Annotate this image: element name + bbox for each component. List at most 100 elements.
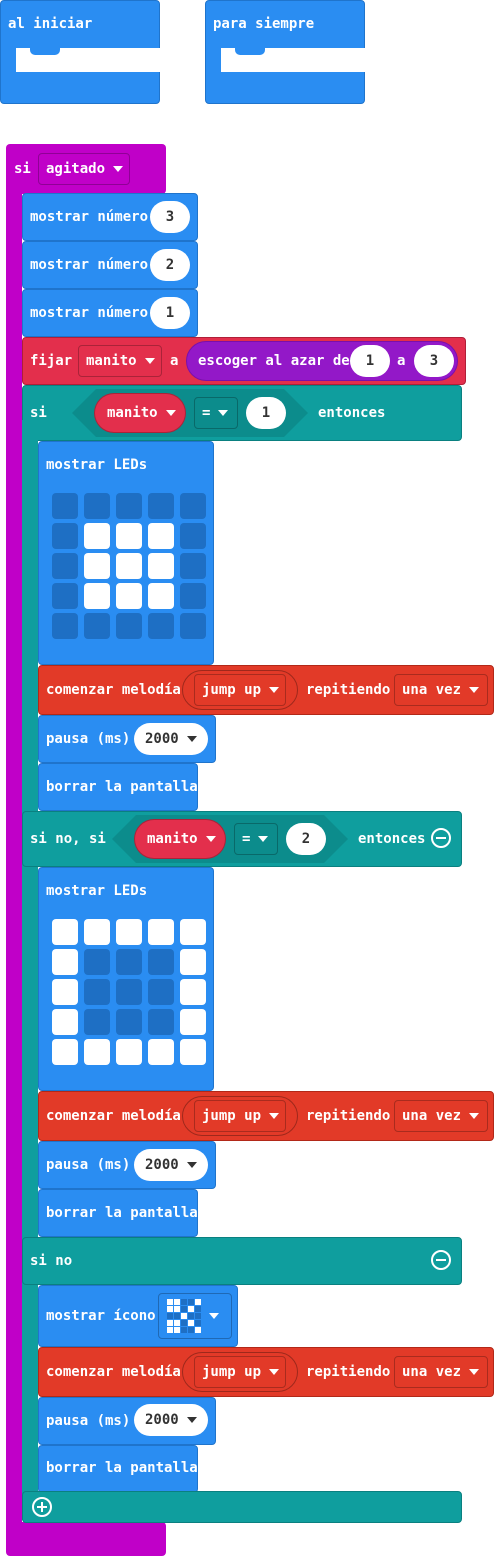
- repeat-dropdown[interactable]: una vez: [394, 674, 488, 706]
- chevron-down-icon: [186, 1417, 197, 1423]
- pause-value: 2000: [145, 1412, 179, 1428]
- compare-value-input[interactable]: 2: [286, 823, 326, 855]
- repeat-value: una vez: [402, 682, 462, 698]
- led-cell[interactable]: [116, 979, 142, 1005]
- led-grid[interactable]: [52, 919, 212, 1067]
- repeat-dropdown[interactable]: una vez: [394, 1100, 488, 1132]
- led-cell[interactable]: [84, 523, 110, 549]
- if-block-spine: [22, 420, 38, 1520]
- led-cell[interactable]: [116, 919, 142, 945]
- led-cell[interactable]: [148, 1039, 174, 1065]
- led-cell[interactable]: [180, 583, 206, 609]
- icon-pixel: [181, 1306, 187, 1312]
- led-cell[interactable]: [52, 919, 78, 945]
- gesture-value: agitado: [46, 161, 106, 177]
- number-input[interactable]: 2: [150, 249, 190, 281]
- led-cell[interactable]: [52, 949, 78, 975]
- led-cell[interactable]: [116, 613, 142, 639]
- variable-dropdown[interactable]: manito: [78, 345, 162, 377]
- led-cell[interactable]: [180, 493, 206, 519]
- led-cell[interactable]: [84, 1039, 110, 1065]
- pause-input[interactable]: 2000: [134, 723, 208, 755]
- led-cell[interactable]: [148, 949, 174, 975]
- pause-value: 2000: [145, 731, 179, 747]
- led-cell[interactable]: [180, 1039, 206, 1065]
- repeat-value: una vez: [402, 1364, 462, 1380]
- icon-pixel: [195, 1320, 201, 1326]
- else-if-label: si no, si: [30, 831, 106, 847]
- pause-input[interactable]: 2000: [134, 1404, 208, 1436]
- led-cell[interactable]: [52, 613, 78, 639]
- else-label: si no: [30, 1253, 73, 1269]
- led-cell[interactable]: [148, 1009, 174, 1035]
- repeat-dropdown[interactable]: una vez: [394, 1356, 488, 1388]
- operator-dropdown[interactable]: =: [194, 397, 238, 429]
- led-cell[interactable]: [148, 523, 174, 549]
- else-header[interactable]: [22, 1237, 462, 1285]
- led-cell[interactable]: [180, 1009, 206, 1035]
- tune-dropdown[interactable]: jump up: [194, 674, 286, 706]
- icon-dropdown[interactable]: [158, 1293, 232, 1339]
- tune-dropdown[interactable]: jump up: [194, 1356, 286, 1388]
- gesture-dropdown[interactable]: agitado: [38, 153, 130, 185]
- led-cell[interactable]: [116, 1009, 142, 1035]
- if-block-footer: [22, 1491, 462, 1523]
- led-cell[interactable]: [148, 919, 174, 945]
- melody-label: comenzar melodía: [46, 682, 181, 698]
- icon-pixel: [195, 1299, 201, 1305]
- chevron-down-icon: [144, 358, 155, 364]
- led-cell[interactable]: [84, 613, 110, 639]
- led-cell[interactable]: [52, 979, 78, 1005]
- led-cell[interactable]: [116, 553, 142, 579]
- led-grid[interactable]: [52, 493, 212, 641]
- led-cell[interactable]: [148, 979, 174, 1005]
- led-cell[interactable]: [84, 1009, 110, 1035]
- led-cell[interactable]: [52, 493, 78, 519]
- compare-value-input[interactable]: 1: [246, 397, 286, 429]
- led-cell[interactable]: [84, 553, 110, 579]
- number-input[interactable]: 1: [150, 297, 190, 329]
- led-cell[interactable]: [116, 523, 142, 549]
- led-cell[interactable]: [148, 613, 174, 639]
- led-cell[interactable]: [116, 1039, 142, 1065]
- led-cell[interactable]: [52, 583, 78, 609]
- led-cell[interactable]: [84, 979, 110, 1005]
- led-cell[interactable]: [180, 919, 206, 945]
- led-cell[interactable]: [148, 493, 174, 519]
- random-from-input[interactable]: 1: [350, 345, 390, 377]
- operator-dropdown[interactable]: =: [234, 823, 278, 855]
- icon-pixel: [181, 1320, 187, 1326]
- led-cell[interactable]: [116, 493, 142, 519]
- variable-reporter[interactable]: manito: [94, 393, 186, 433]
- led-cell[interactable]: [84, 919, 110, 945]
- led-cell[interactable]: [52, 523, 78, 549]
- random-to-input[interactable]: 3: [414, 345, 454, 377]
- number-input[interactable]: 3: [150, 201, 190, 233]
- chevron-down-icon: [269, 687, 280, 693]
- led-cell[interactable]: [180, 979, 206, 1005]
- add-branch-icon[interactable]: [32, 1497, 52, 1517]
- gesture-event-spine: [6, 190, 22, 1530]
- led-cell[interactable]: [84, 949, 110, 975]
- led-cell[interactable]: [84, 493, 110, 519]
- pause-input[interactable]: 2000: [134, 1149, 208, 1181]
- led-cell[interactable]: [180, 613, 206, 639]
- operator-value: =: [242, 831, 251, 847]
- led-cell[interactable]: [180, 949, 206, 975]
- led-cell[interactable]: [52, 1009, 78, 1035]
- led-cell[interactable]: [148, 583, 174, 609]
- tune-dropdown[interactable]: jump up: [194, 1100, 286, 1132]
- variable-reporter[interactable]: manito: [134, 819, 226, 859]
- led-cell[interactable]: [52, 553, 78, 579]
- led-cell[interactable]: [180, 553, 206, 579]
- led-cell[interactable]: [180, 523, 206, 549]
- remove-branch-icon[interactable]: [431, 828, 451, 848]
- led-cell[interactable]: [84, 583, 110, 609]
- remove-branch-icon[interactable]: [431, 1250, 451, 1270]
- icon-pixel: [188, 1327, 194, 1333]
- led-cell[interactable]: [116, 949, 142, 975]
- led-cell[interactable]: [148, 553, 174, 579]
- show-number-label: mostrar número: [30, 209, 149, 225]
- led-cell[interactable]: [116, 583, 142, 609]
- led-cell[interactable]: [52, 1039, 78, 1065]
